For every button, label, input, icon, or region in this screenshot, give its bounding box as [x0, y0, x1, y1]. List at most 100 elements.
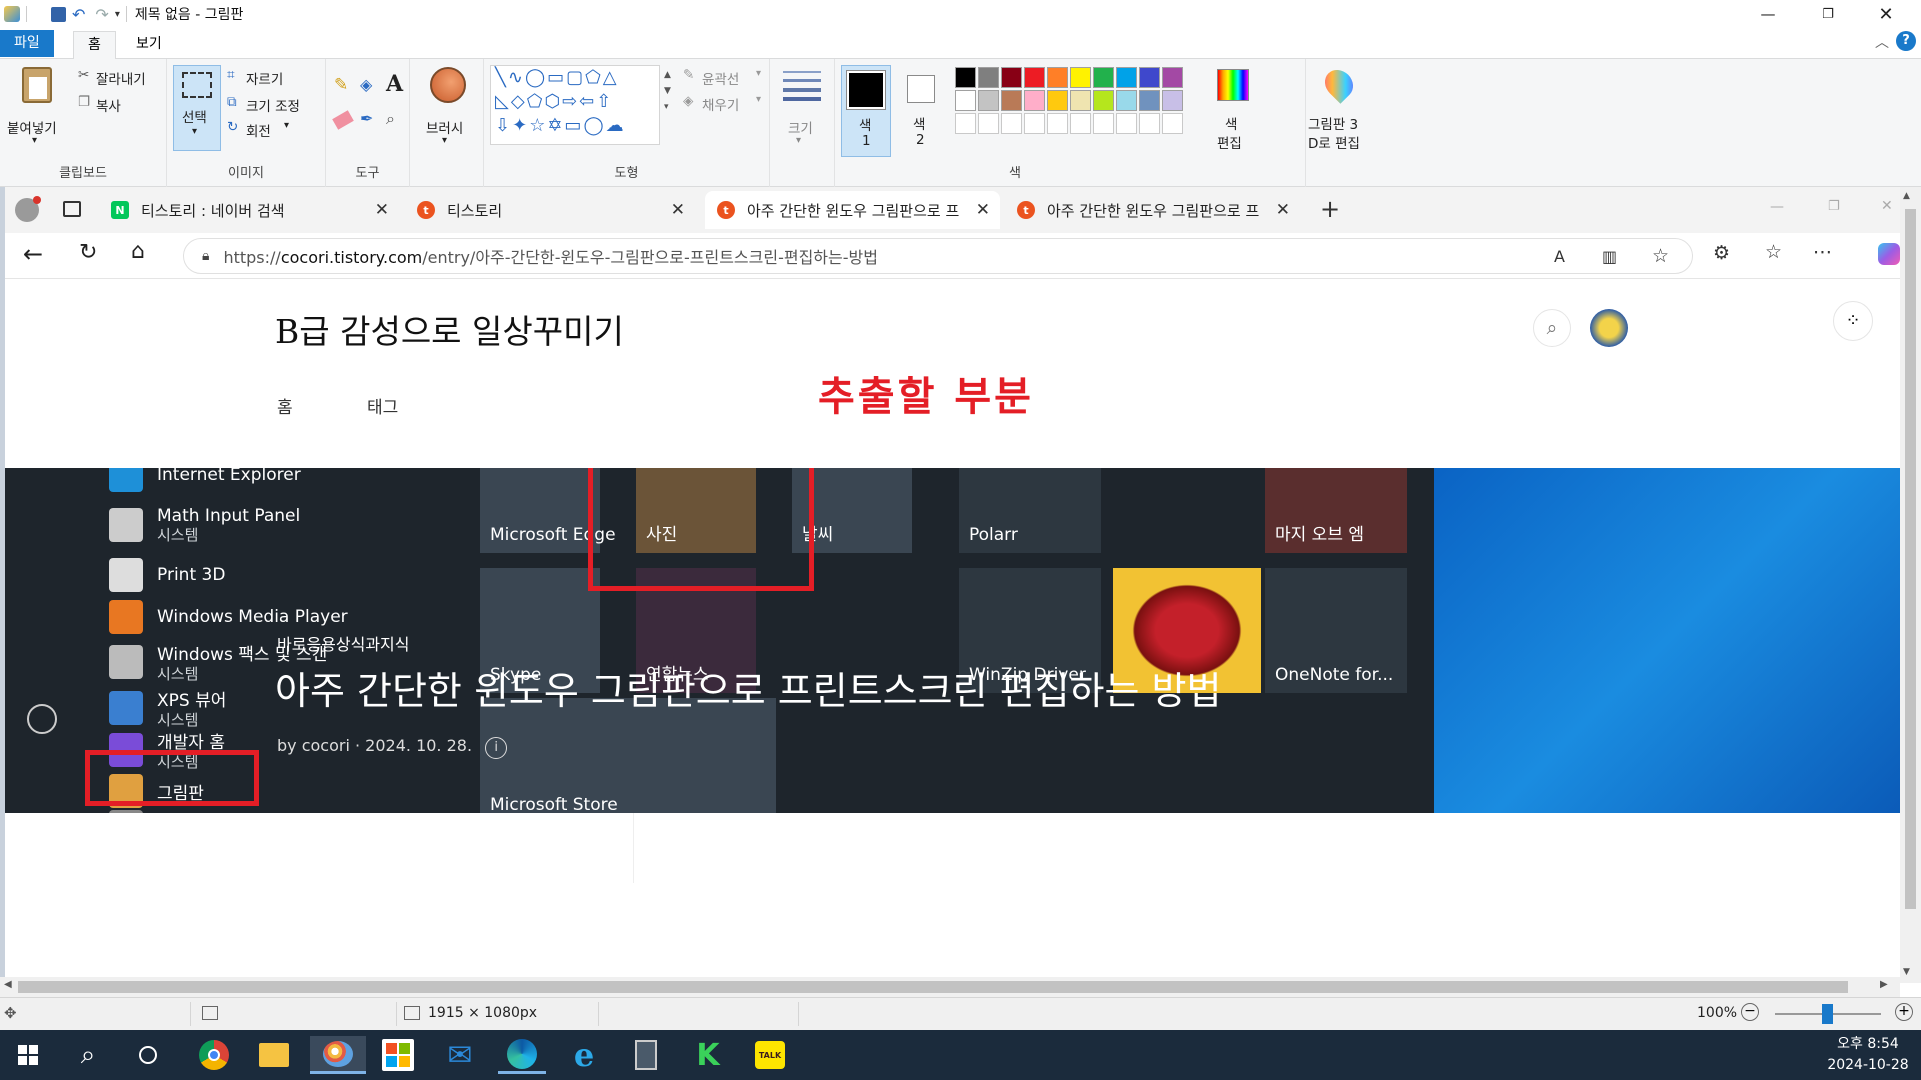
- tab-actions-icon[interactable]: [63, 201, 81, 217]
- edit-colors-button[interactable]: 색 편집: [1211, 65, 1255, 157]
- minimize-button[interactable]: —: [1745, 0, 1791, 28]
- restore-button[interactable]: ❐: [1805, 0, 1851, 28]
- palette-swatch[interactable]: [978, 90, 999, 111]
- palette-swatch[interactable]: [1162, 90, 1183, 111]
- copilot-icon[interactable]: [1878, 243, 1900, 265]
- color-picker-icon[interactable]: ✒: [360, 109, 373, 128]
- blog-search-icon[interactable]: ⌕: [1533, 309, 1571, 347]
- palette-swatch[interactable]: [1024, 90, 1045, 111]
- tab-file[interactable]: 파일: [0, 30, 54, 57]
- ie-taskbar-button[interactable]: e: [560, 1036, 608, 1074]
- browser-restore-icon[interactable]: ❐: [1828, 199, 1840, 214]
- edge-taskbar-button[interactable]: [498, 1036, 546, 1074]
- browser-tab-active[interactable]: t 아주 간단한 윈도우 그림판으로 프 ✕: [705, 191, 1000, 229]
- favorites-icon[interactable]: ☆: [1765, 241, 1782, 263]
- polygon-shape-icon[interactable]: ⬠: [585, 67, 603, 88]
- info-icon[interactable]: i: [485, 737, 508, 759]
- up-arrow-shape-icon[interactable]: ⇧: [596, 91, 613, 112]
- browser-tab-4[interactable]: t 아주 간단한 윈도우 그림판으로 프 ✕: [1005, 191, 1300, 229]
- eraser-icon[interactable]: [332, 110, 354, 130]
- zoom-slider-thumb[interactable]: [1821, 1004, 1833, 1024]
- tab-view[interactable]: 보기: [122, 31, 176, 57]
- refresh-icon[interactable]: ↻: [79, 240, 97, 265]
- triangle-shape-icon[interactable]: △: [603, 67, 619, 88]
- diamond-shape-icon[interactable]: ◇: [511, 91, 527, 112]
- undo-icon[interactable]: ↶: [72, 5, 85, 24]
- cut-button[interactable]: 잘라내기: [96, 68, 146, 88]
- search-button[interactable]: ⌕: [64, 1036, 112, 1074]
- calculator-taskbar-button[interactable]: [622, 1036, 670, 1074]
- horizontal-scroll-thumb[interactable]: [18, 981, 1848, 993]
- callout-shape-icon[interactable]: ▭: [564, 115, 583, 136]
- palette-swatch[interactable]: [1139, 67, 1160, 88]
- browser-tab-tistory[interactable]: t 티스토리 ✕: [405, 191, 695, 229]
- collapse-ribbon-icon[interactable]: ︿: [1875, 32, 1889, 52]
- cortana-button[interactable]: [124, 1036, 172, 1074]
- five-point-star-shape-icon[interactable]: ☆: [529, 115, 547, 136]
- rotate-button[interactable]: 회전: [246, 120, 271, 140]
- blog-menu-icon[interactable]: ⁘: [1833, 301, 1873, 341]
- palette-swatch[interactable]: [978, 67, 999, 88]
- mail-taskbar-button[interactable]: ✉: [436, 1036, 484, 1074]
- six-point-star-shape-icon[interactable]: ✡: [547, 115, 564, 136]
- help-icon[interactable]: ?: [1896, 31, 1916, 51]
- palette-swatch[interactable]: [1070, 90, 1091, 111]
- palette-swatch[interactable]: [1093, 67, 1114, 88]
- paste-button[interactable]: 붙여넣기 ▾: [7, 65, 66, 151]
- brushes-button[interactable]: 브러시 ▾: [420, 65, 474, 151]
- color1-button[interactable]: 색 1: [841, 65, 891, 157]
- immersive-reader-icon[interactable]: ▥: [1602, 247, 1617, 266]
- address-bar[interactable]: 🔒︎ https://cocori.tistory.com/entry/아주-간…: [183, 238, 1693, 274]
- oval-shape-icon[interactable]: ◯: [525, 67, 547, 88]
- size-button[interactable]: 크기 ▾: [780, 65, 824, 151]
- palette-swatch[interactable]: [1024, 67, 1045, 88]
- favorite-star-icon[interactable]: ☆: [1652, 245, 1669, 267]
- palette-swatch[interactable]: [1116, 67, 1137, 88]
- more-menu-icon[interactable]: ⋯: [1813, 241, 1832, 263]
- right-arrow-shape-icon[interactable]: ⇨: [562, 91, 579, 112]
- home-icon[interactable]: ⌂: [131, 239, 145, 264]
- close-button[interactable]: ✕: [1863, 0, 1909, 28]
- hexagon-shape-icon[interactable]: ⬡: [544, 91, 562, 112]
- custom-color-slot[interactable]: [1001, 113, 1022, 134]
- palette-swatch[interactable]: [1093, 90, 1114, 111]
- custom-color-slot[interactable]: [1139, 113, 1160, 134]
- copy-icon[interactable]: ❐: [78, 94, 90, 110]
- file-explorer-taskbar-button[interactable]: [250, 1036, 298, 1074]
- redo-icon[interactable]: ↷: [95, 5, 108, 24]
- custom-color-slot[interactable]: [978, 113, 999, 134]
- read-aloud-icon[interactable]: A: [1554, 247, 1565, 266]
- right-triangle-shape-icon[interactable]: ◺: [495, 91, 511, 112]
- palette-swatch[interactable]: [1070, 67, 1091, 88]
- fill-icon[interactable]: ◈: [360, 75, 372, 94]
- chrome-taskbar-button[interactable]: [190, 1036, 238, 1074]
- tab-home[interactable]: 홈: [73, 31, 116, 59]
- paint-taskbar-button[interactable]: [310, 1036, 366, 1074]
- nav-tags[interactable]: 태그: [367, 393, 398, 418]
- palette-swatch[interactable]: [955, 90, 976, 111]
- pencil-icon[interactable]: ✎: [334, 75, 348, 95]
- rounded-rectangle-shape-icon[interactable]: ▢: [566, 67, 585, 88]
- new-tab-icon[interactable]: +: [1320, 195, 1340, 223]
- outline-button[interactable]: 윤곽선: [702, 68, 739, 88]
- palette-swatch[interactable]: [1139, 90, 1160, 111]
- custom-color-slot[interactable]: [955, 113, 976, 134]
- paint-canvas[interactable]: N 티스토리 : 네이버 검색 ✕ t 티스토리 ✕ t 아주 간단한 윈도우 …: [5, 187, 1900, 977]
- horizontal-scrollbar[interactable]: ◀ ▶: [0, 977, 1900, 997]
- magnifier-icon[interactable]: ⌕: [386, 109, 395, 129]
- palette-swatch[interactable]: [1116, 90, 1137, 111]
- edit-with-paint3d-button[interactable]: 그림판 3 D로 편집: [1308, 64, 1368, 157]
- close-tab-icon[interactable]: ✕: [375, 200, 389, 220]
- blog-title[interactable]: B급 감성으로 일상꾸미기: [275, 305, 624, 353]
- palette-swatch[interactable]: [955, 67, 976, 88]
- palette-swatch[interactable]: [1047, 67, 1068, 88]
- browser-close-icon[interactable]: ✕: [1881, 198, 1893, 214]
- down-arrow-shape-icon[interactable]: ⇩: [495, 115, 512, 136]
- back-icon[interactable]: ←: [23, 240, 43, 268]
- crop-button[interactable]: 자르기: [246, 68, 283, 88]
- kakaotalk-taskbar-button[interactable]: TALK: [746, 1036, 794, 1074]
- oval-callout-shape-icon[interactable]: ◯: [583, 115, 605, 136]
- shape-gallery-scroll[interactable]: ▲ ▼ ▾: [664, 67, 671, 115]
- cloud-callout-shape-icon[interactable]: ☁: [606, 115, 626, 136]
- pentagon-shape-icon[interactable]: ⬠: [527, 91, 545, 112]
